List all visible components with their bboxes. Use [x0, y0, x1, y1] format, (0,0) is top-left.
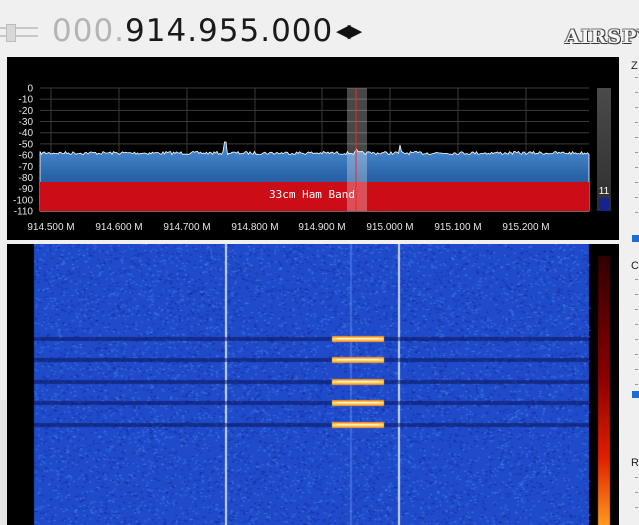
y-tick-label: -100 — [13, 195, 33, 206]
x-tick-label: 914.700 M — [163, 222, 210, 233]
waterfall-display[interactable] — [7, 244, 619, 525]
y-tick-label: -80 — [19, 173, 34, 184]
left-edge-panel — [0, 400, 7, 525]
y-tick-label: -70 — [19, 162, 34, 173]
contrast-slider-ticks — [631, 279, 639, 399]
y-tick-label: -40 — [19, 128, 34, 139]
zoom-slider-thumb[interactable] — [632, 235, 639, 242]
gain-slider-handle[interactable] — [0, 22, 40, 42]
x-tick-label: 915.100 M — [434, 222, 481, 233]
y-axis-ticks: 0-10-20-30-40-50-60-70-80-90-100-110 — [13, 84, 33, 218]
x-tick-label: 914.600 M — [95, 222, 142, 233]
frequency-main-digits[interactable]: 914.955.000 — [125, 13, 333, 49]
y-tick-label: -60 — [19, 151, 34, 162]
contrast-slider-thumb[interactable] — [632, 391, 639, 398]
x-tick-label: 914.800 M — [231, 222, 278, 233]
zoom-slider-ticks — [631, 77, 639, 227]
level-meter-fill — [599, 198, 609, 211]
spectrum-plot: 33cm Ham Band 0-10-20-30-40-50-60-70-80-… — [13, 84, 611, 233]
spectrum-analyzer[interactable]: 33cm Ham Band 0 -10 -20 -30 -40 -50 -60 -70 -80-… — [7, 57, 619, 240]
level-value: 11 — [599, 186, 610, 197]
range-slider-ticks — [631, 477, 639, 522]
range-label: Ra — [631, 457, 639, 469]
airspy-logo: AIRSPY — [565, 26, 639, 48]
y-tick-label: -110 — [14, 207, 34, 218]
y-tick-label: -50 — [19, 139, 34, 150]
y-tick-label: 0 — [27, 84, 33, 95]
frequency-display[interactable]: 000.914.955.000 — [52, 12, 333, 50]
waterfall-canvas — [7, 244, 619, 525]
filter-bandwidth[interactable] — [347, 88, 367, 211]
x-tick-label: 915.200 M — [502, 222, 549, 233]
frequency-step-arrows[interactable]: ◀▶ — [336, 20, 362, 42]
x-tick-label: 915.000 M — [366, 222, 413, 233]
y-tick-label: -90 — [19, 184, 34, 195]
y-tick-label: -10 — [19, 95, 34, 106]
right-control-panel: Z Co Ra — [621, 57, 639, 525]
x-axis-ticks: 914.500 M 914.600 M 914.700 M 914.800 M 914.… — [27, 222, 549, 233]
band-label: 33cm Ham Band — [269, 188, 355, 201]
y-tick-label: -20 — [19, 106, 34, 117]
x-tick-label: 914.500 M — [27, 222, 74, 233]
zoom-label: Z — [631, 60, 638, 72]
frequency-leading-digits[interactable]: 000. — [52, 13, 125, 49]
contrast-label: Co — [631, 260, 639, 272]
y-tick-label: -30 — [19, 117, 34, 128]
top-bar: 000.914.955.000 ◀▶ AIRSPY — [0, 0, 639, 58]
x-tick-label: 914.900 M — [298, 222, 345, 233]
